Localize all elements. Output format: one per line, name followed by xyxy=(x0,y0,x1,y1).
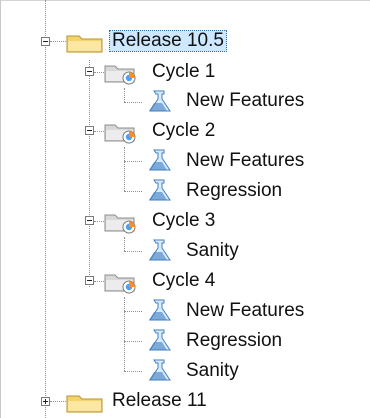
expand-collapse-toggle[interactable] xyxy=(85,126,94,135)
release-tree-panel: Release 10.5 Cycle 1 New Features Cycle … xyxy=(0,0,370,418)
tree-item-test-set[interactable]: New Features xyxy=(183,90,307,112)
tree-guide-line xyxy=(124,237,125,251)
tree-guide-line xyxy=(124,311,142,312)
test-cycle-folder-icon xyxy=(104,274,136,294)
test-set-flask-icon xyxy=(149,179,171,201)
tree-guide-line xyxy=(94,221,104,222)
tree-guide-line xyxy=(124,161,142,162)
tree-guide-line xyxy=(94,72,104,73)
test-cycle-folder-icon xyxy=(104,214,136,234)
tree-item-test-set[interactable]: Sanity xyxy=(183,240,242,262)
expand-collapse-toggle[interactable] xyxy=(41,397,50,406)
folder-icon xyxy=(66,35,103,53)
tree-guide-line xyxy=(124,191,142,192)
test-set-flask-icon xyxy=(149,299,171,321)
tree-item-release-11[interactable]: Release 11 xyxy=(109,390,210,412)
tree-guide-line xyxy=(50,41,66,42)
tree-guide-line xyxy=(45,0,46,418)
release-tree: Release 10.5 Cycle 1 New Features Cycle … xyxy=(1,0,370,418)
test-set-flask-icon xyxy=(149,329,171,351)
tree-guide-line xyxy=(124,88,125,102)
tree-item-release-10-5[interactable]: Release 10.5 xyxy=(109,30,227,52)
tree-guide-line xyxy=(124,147,125,191)
test-cycle-folder-icon xyxy=(104,124,136,144)
tree-item-cycle-4[interactable]: Cycle 4 xyxy=(149,270,218,292)
tree-item-test-set[interactable]: Sanity xyxy=(183,360,242,382)
test-set-flask-icon xyxy=(149,90,171,112)
expand-collapse-toggle[interactable] xyxy=(41,37,50,46)
tree-guide-line xyxy=(89,60,90,287)
tree-item-test-set[interactable]: Regression xyxy=(183,330,285,352)
expand-collapse-toggle[interactable] xyxy=(85,216,94,225)
tree-guide-line xyxy=(124,251,142,252)
expand-collapse-toggle[interactable] xyxy=(85,67,94,76)
test-set-flask-icon xyxy=(149,149,171,171)
tree-item-test-set[interactable]: New Features xyxy=(183,300,307,322)
tree-item-test-set[interactable]: Regression xyxy=(183,180,285,202)
tree-guide-line xyxy=(124,341,142,342)
folder-icon xyxy=(66,395,103,413)
tree-guide-line xyxy=(124,102,142,103)
test-set-flask-icon xyxy=(149,359,171,381)
tree-item-cycle-1[interactable]: Cycle 1 xyxy=(149,61,218,83)
tree-guide-line xyxy=(50,401,66,402)
tree-item-cycle-3[interactable]: Cycle 3 xyxy=(149,210,218,232)
tree-guide-line xyxy=(124,297,125,371)
tree-item-test-set[interactable]: New Features xyxy=(183,150,307,172)
tree-guide-line xyxy=(94,131,104,132)
test-cycle-folder-icon xyxy=(104,65,136,85)
tree-guide-line xyxy=(124,371,142,372)
test-set-flask-icon xyxy=(149,239,171,261)
tree-item-cycle-2[interactable]: Cycle 2 xyxy=(149,120,218,142)
expand-collapse-toggle[interactable] xyxy=(85,276,94,285)
tree-guide-line xyxy=(94,281,104,282)
